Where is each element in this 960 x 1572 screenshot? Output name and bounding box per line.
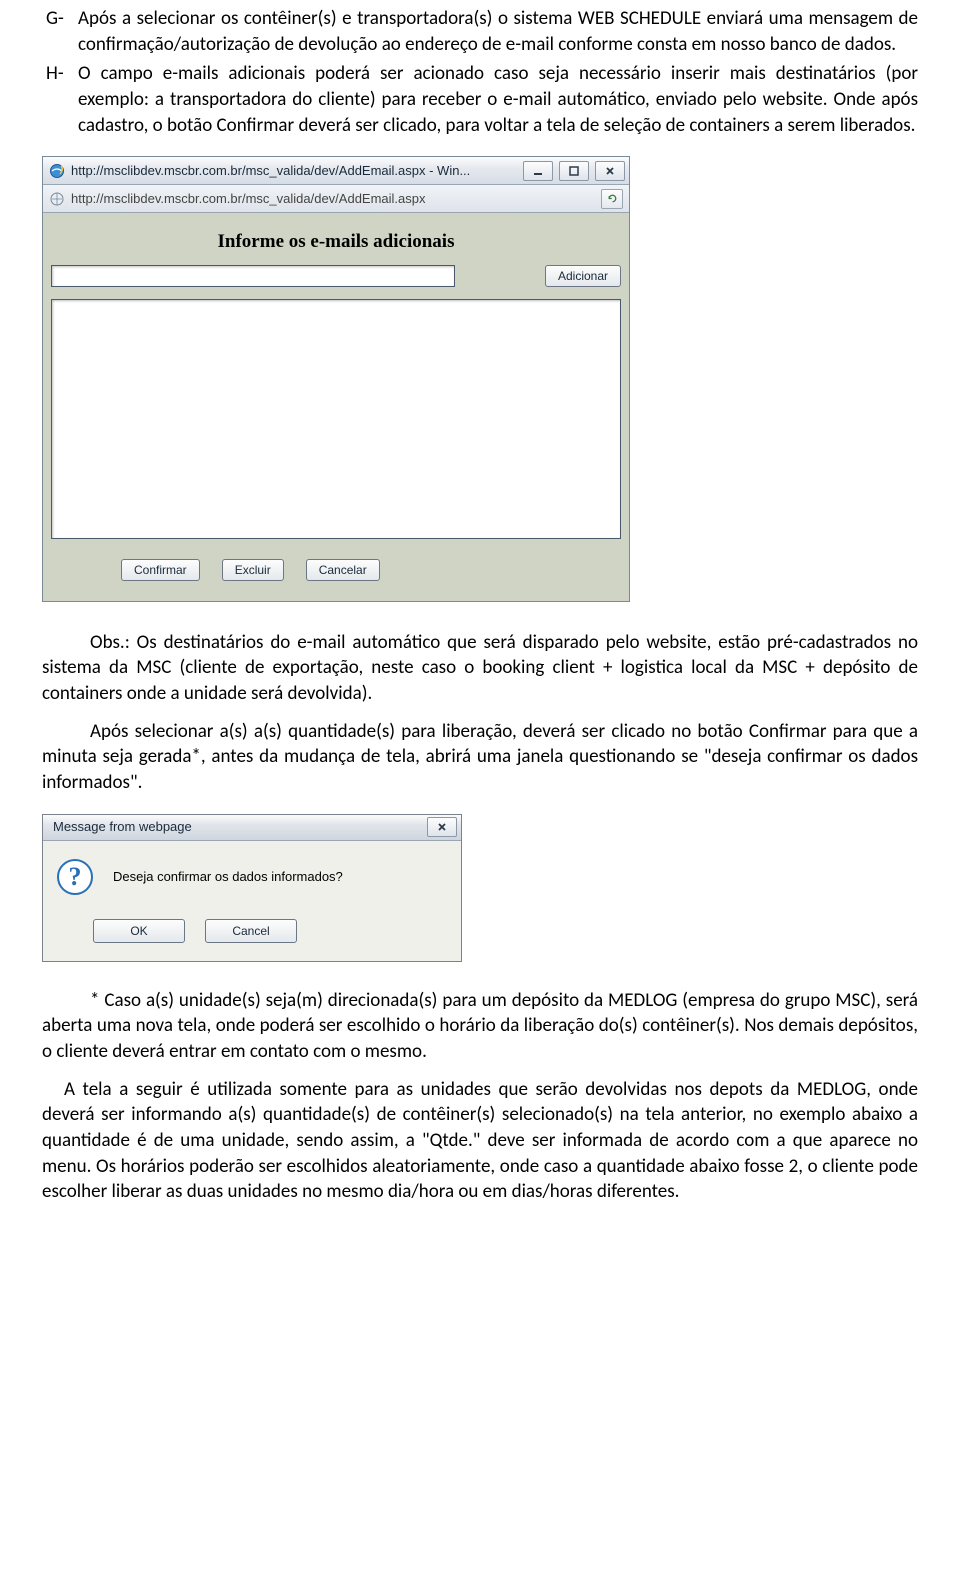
question-icon: ? [57,859,93,895]
dialog-body: ? Deseja confirmar os dados informados? … [43,841,461,961]
list-item-g: G- Após a selecionar os contêiner(s) e t… [42,6,918,57]
confirm-dialog: Message from webpage ? Deseja confirmar … [42,814,462,962]
app-body: Informe os e-mails adicionais Adicionar … [43,213,629,601]
bottom-button-row: Confirmar Excluir Cancelar [51,559,621,581]
ie-logo-icon [49,163,65,179]
confirm-button[interactable]: Confirmar [121,559,200,581]
window-titlebar: http://msclibdev.mscbr.com.br/msc_valida… [43,157,629,185]
medlog-note-paragraph: * Caso a(s) unidade(s) seja(m) direciona… [42,988,918,1065]
address-bar: http://msclibdev.mscbr.com.br/msc_valida… [43,185,629,213]
add-button[interactable]: Adicionar [545,265,621,287]
delete-button[interactable]: Excluir [222,559,284,581]
window-title: http://msclibdev.mscbr.com.br/msc_valida… [71,162,517,180]
confirm-flow-paragraph: Após selecionar a(s) a(s) quantidade(s) … [42,719,918,796]
page-icon [49,191,65,207]
list-marker-g: G- [42,6,78,57]
list-item-h: H- O campo e-mails adicionais poderá ser… [42,61,918,138]
email-listbox[interactable] [51,299,621,539]
confirm-dialog-screenshot: Message from webpage ? Deseja confirmar … [42,814,918,962]
popup-screenshot: http://msclibdev.mscbr.com.br/msc_valida… [42,156,918,602]
email-input-row: Adicionar [51,265,621,287]
ok-button[interactable]: OK [93,919,185,943]
maximize-button[interactable] [559,161,589,181]
minimize-button[interactable] [523,161,553,181]
qtde-paragraph: A tela a seguir é utilizada somente para… [42,1077,918,1205]
popup-heading: Informe os e-mails adicionais [51,229,621,255]
dialog-cancel-button[interactable]: Cancel [205,919,297,943]
list-marker-h: H- [42,61,78,138]
dialog-close-button[interactable] [427,817,457,837]
list-text-h: O campo e-mails adicionais poderá ser ac… [78,61,918,138]
cancel-button[interactable]: Cancelar [306,559,380,581]
dialog-message-row: ? Deseja confirmar os dados informados? [57,859,447,895]
dialog-title: Message from webpage [53,818,427,836]
email-input[interactable] [51,265,455,287]
refresh-button[interactable] [601,189,623,209]
dialog-titlebar: Message from webpage [43,815,461,841]
close-button[interactable] [595,161,625,181]
url-text[interactable]: http://msclibdev.mscbr.com.br/msc_valida… [71,190,595,208]
dialog-text: Deseja confirmar os dados informados? [113,868,343,886]
browser-window: http://msclibdev.mscbr.com.br/msc_valida… [42,156,630,602]
list-text-g: Após a selecionar os contêiner(s) e tran… [78,6,918,57]
obs-paragraph: Obs.: Os destinatários do e-mail automát… [42,630,918,707]
dialog-button-row: OK Cancel [57,919,447,943]
